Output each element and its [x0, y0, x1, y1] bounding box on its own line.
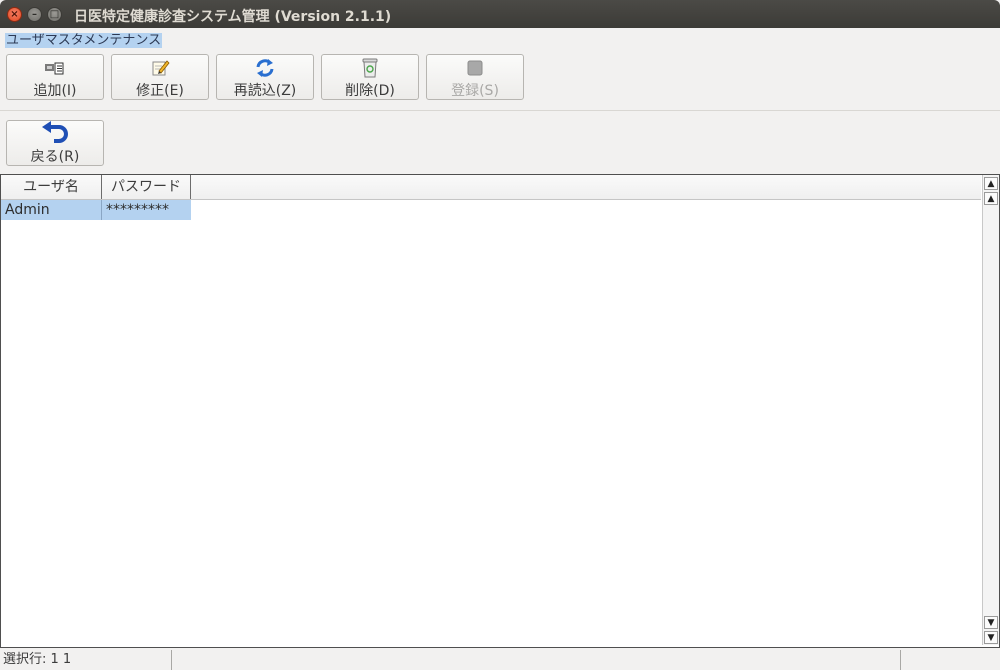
back-button[interactable]: 戻る(R)	[6, 120, 104, 166]
register-button-label: 登録(S)	[451, 83, 499, 99]
edit-icon	[112, 57, 208, 79]
maximize-window-button[interactable]: □	[47, 7, 62, 22]
delete-button[interactable]: 削除(D)	[321, 54, 419, 100]
cell-username[interactable]: Admin	[1, 200, 102, 220]
status-bar: 選択行: 1 1	[0, 648, 1000, 670]
scroll-down-icon[interactable]: ▼	[984, 616, 998, 629]
status-message	[172, 650, 901, 670]
register-button[interactable]: 登録(S)	[426, 54, 524, 100]
reload-button[interactable]: 再読込(Z)	[216, 54, 314, 100]
edit-button[interactable]: 修正(E)	[111, 54, 209, 100]
window-title: 日医特定健康診査システム管理 (Version 2.1.1)	[74, 9, 392, 25]
column-header-password[interactable]: パスワード	[102, 175, 191, 199]
scroll-bottom-icon[interactable]: ▼	[984, 631, 998, 644]
user-table: ユーザ名 パスワード Admin ********* ▲ ▲ ▼ ▼	[0, 174, 1000, 648]
back-arrow-icon	[7, 121, 103, 143]
status-extra	[901, 650, 1000, 670]
edit-button-label: 修正(E)	[136, 83, 184, 99]
add-record-icon	[7, 57, 103, 79]
status-selected-row: 選択行: 1 1	[0, 650, 172, 670]
close-window-button[interactable]: ×	[7, 7, 22, 22]
add-button[interactable]: 追加(I)	[6, 54, 104, 100]
toolbar-separator	[0, 110, 1000, 111]
column-header-username[interactable]: ユーザ名	[1, 175, 102, 199]
scroll-up-icon[interactable]: ▲	[984, 192, 998, 205]
delete-button-label: 削除(D)	[345, 83, 395, 99]
register-icon	[427, 57, 523, 79]
cell-password[interactable]: *********	[102, 200, 191, 220]
table-header: ユーザ名 パスワード	[1, 175, 981, 200]
vertical-scrollbar[interactable]: ▲ ▲ ▼ ▼	[982, 175, 999, 645]
trash-icon	[322, 57, 418, 79]
window-titlebar: × – □ 日医特定健康診査システム管理 (Version 2.1.1)	[0, 0, 1000, 28]
scroll-top-icon[interactable]: ▲	[984, 177, 998, 190]
reload-button-label: 再読込(Z)	[233, 83, 297, 99]
add-button-label: 追加(I)	[33, 83, 77, 99]
reload-icon	[217, 57, 313, 79]
back-button-label: 戻る(R)	[30, 149, 80, 165]
minimize-window-button[interactable]: –	[27, 7, 42, 22]
screen-label: ユーザマスタメンテナンス	[5, 33, 163, 48]
